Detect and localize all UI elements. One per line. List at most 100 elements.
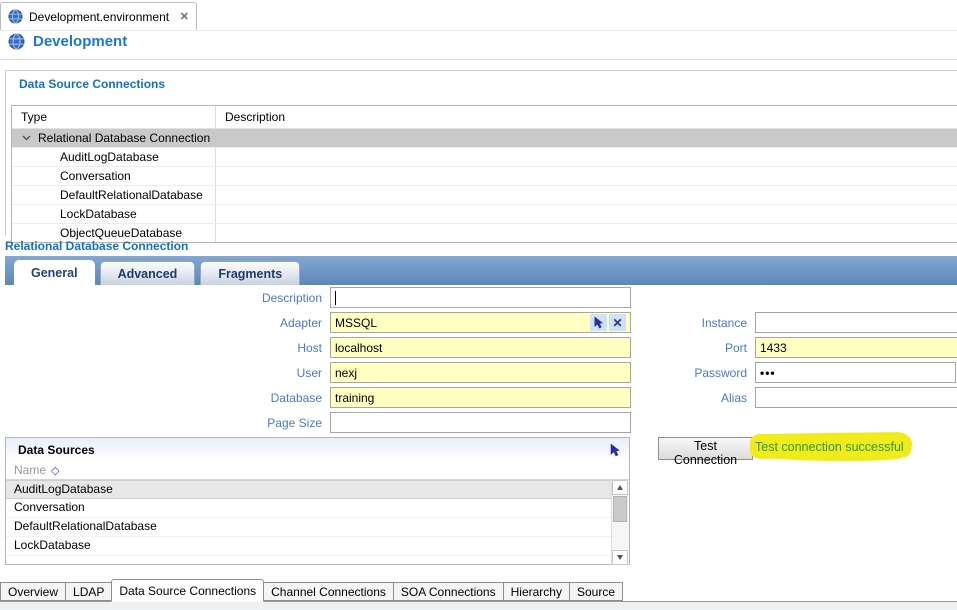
form-row-description: Description: [0, 287, 631, 308]
tab-channel-connections[interactable]: Channel Connections: [263, 582, 394, 601]
page-size-field[interactable]: [330, 412, 631, 433]
cell-description: [216, 224, 957, 242]
form-row-alias: Alias: [630, 387, 957, 408]
tab-source[interactable]: Source: [569, 582, 623, 601]
database-label: Database: [0, 391, 330, 405]
picker-arrow-icon[interactable]: [609, 443, 621, 457]
tab-hierarchy[interactable]: Hierarchy: [503, 582, 570, 601]
tab-general[interactable]: General: [14, 260, 95, 285]
group-row-label: Relational Database Connection: [38, 131, 210, 145]
data-sources-title: Data Sources: [18, 443, 95, 457]
data-sources-list: AuditLogDatabase Conversation DefaultRel…: [6, 480, 629, 565]
password-field[interactable]: •••: [755, 362, 956, 383]
cell-description: [216, 148, 957, 166]
instance-label: Instance: [630, 316, 755, 330]
tab-data-source-connections[interactable]: Data Source Connections: [111, 579, 264, 602]
data-sources-column-header[interactable]: Name ◇: [6, 461, 629, 480]
port-label: Port: [630, 341, 755, 355]
editor-tab-development-environment[interactable]: Development.environment ✕: [0, 2, 197, 30]
chevron-down-icon[interactable]: [22, 135, 31, 141]
tab-overview[interactable]: Overview: [0, 582, 66, 601]
bottom-tab-bar: Overview LDAP Data Source Connections Ch…: [0, 579, 957, 602]
table-row[interactable]: AuditLogDatabase: [12, 147, 957, 166]
data-sources-panel: Data Sources Name ◇ AuditLogDatabase Con…: [5, 437, 630, 565]
scroll-up-button[interactable]: [612, 480, 628, 495]
vertical-scrollbar[interactable]: [611, 480, 629, 565]
data-sources-header: Data Sources: [6, 438, 629, 461]
adapter-field[interactable]: MSSQL ✕: [330, 312, 631, 333]
user-field[interactable]: nexj: [330, 362, 631, 383]
instance-field[interactable]: [755, 312, 957, 333]
form-row-port: Port 1433: [630, 337, 957, 358]
table-row-group[interactable]: Relational Database Connection: [12, 128, 957, 147]
cell-type: DefaultRelationalDatabase: [12, 186, 216, 204]
globe-icon: [8, 9, 23, 24]
status-text: Test connection successful: [755, 440, 904, 454]
form-row-user: User nexj: [0, 362, 631, 383]
environment-editor: Development.environment ✕ Development Da…: [0, 0, 957, 610]
cell-description: [216, 167, 957, 185]
table-row[interactable]: LockDatabase: [12, 204, 957, 223]
triangle-down-icon: [617, 555, 623, 560]
page-size-label: Page Size: [0, 416, 330, 430]
adapter-clear-button[interactable]: ✕: [609, 314, 626, 331]
adapter-label: Adapter: [0, 316, 330, 330]
text-caret: [335, 291, 336, 305]
tab-ldap[interactable]: LDAP: [65, 582, 112, 601]
cell-description: [216, 186, 957, 204]
list-item[interactable]: DefaultRelationalDatabase: [6, 518, 629, 537]
list-item[interactable]: LockDatabase: [6, 537, 629, 556]
connections-table: Type Description Relational Database Con…: [11, 105, 957, 243]
cell-type: LockDatabase: [12, 205, 216, 223]
name-column-label: Name: [14, 463, 46, 477]
header-separator: [0, 59, 957, 60]
form-row-database: Database training: [0, 387, 631, 408]
section-title: Data Source Connections: [19, 77, 165, 91]
scroll-down-button[interactable]: [612, 550, 628, 565]
close-icon[interactable]: ✕: [180, 10, 189, 23]
data-source-connections-section: Data Source Connections Type Description…: [5, 70, 957, 236]
cell-description: [216, 129, 957, 147]
globe-icon: [8, 33, 25, 50]
column-header-description[interactable]: Description: [216, 106, 957, 128]
tab-soa-connections[interactable]: SOA Connections: [393, 582, 504, 601]
description-field[interactable]: [330, 287, 631, 308]
alias-label: Alias: [630, 391, 755, 405]
scrollbar-thumb[interactable]: [613, 496, 627, 522]
password-label: Password: [630, 366, 755, 380]
tab-advanced[interactable]: Advanced: [100, 261, 196, 285]
form-row-adapter: Adapter MSSQL ✕: [0, 312, 631, 333]
description-label: Description: [0, 291, 330, 305]
host-field[interactable]: localhost: [330, 337, 631, 358]
document-header: Development: [8, 33, 127, 50]
table-row[interactable]: DefaultRelationalDatabase: [12, 185, 957, 204]
form-row-password: Password •••: [630, 362, 956, 383]
alias-field[interactable]: [755, 387, 957, 408]
editor-tab-label: Development.environment: [29, 10, 169, 24]
detail-tab-strip: General Advanced Fragments: [5, 256, 957, 285]
form-row-instance: Instance: [630, 312, 957, 333]
list-item[interactable]: Conversation: [6, 499, 629, 518]
host-label: Host: [0, 341, 330, 355]
cell-description: [216, 205, 957, 223]
tab-fragments[interactable]: Fragments: [200, 261, 300, 285]
column-header-type[interactable]: Type: [12, 106, 216, 128]
port-field[interactable]: 1433: [755, 337, 957, 358]
editor-tab-bar: Development.environment ✕: [0, 0, 957, 31]
user-label: User: [0, 366, 330, 380]
database-field[interactable]: training: [330, 387, 631, 408]
form-row-host: Host localhost: [0, 337, 631, 358]
status-bar-strip: [0, 602, 957, 610]
adapter-picker-button[interactable]: [590, 314, 607, 331]
table-row[interactable]: Conversation: [12, 166, 957, 185]
triangle-up-icon: [617, 485, 623, 490]
clear-x-icon: ✕: [612, 317, 622, 329]
test-connection-button[interactable]: Test Connection: [658, 437, 753, 460]
list-item[interactable]: AuditLogDatabase: [6, 480, 629, 499]
picker-arrow-icon: [593, 316, 604, 329]
page-title: Development: [33, 33, 127, 50]
sort-diamond-icon: ◇: [51, 464, 59, 477]
detail-section-title: Relational Database Connection: [5, 239, 188, 253]
cell-type: Conversation: [12, 167, 216, 185]
table-header-row: Type Description: [12, 106, 957, 128]
